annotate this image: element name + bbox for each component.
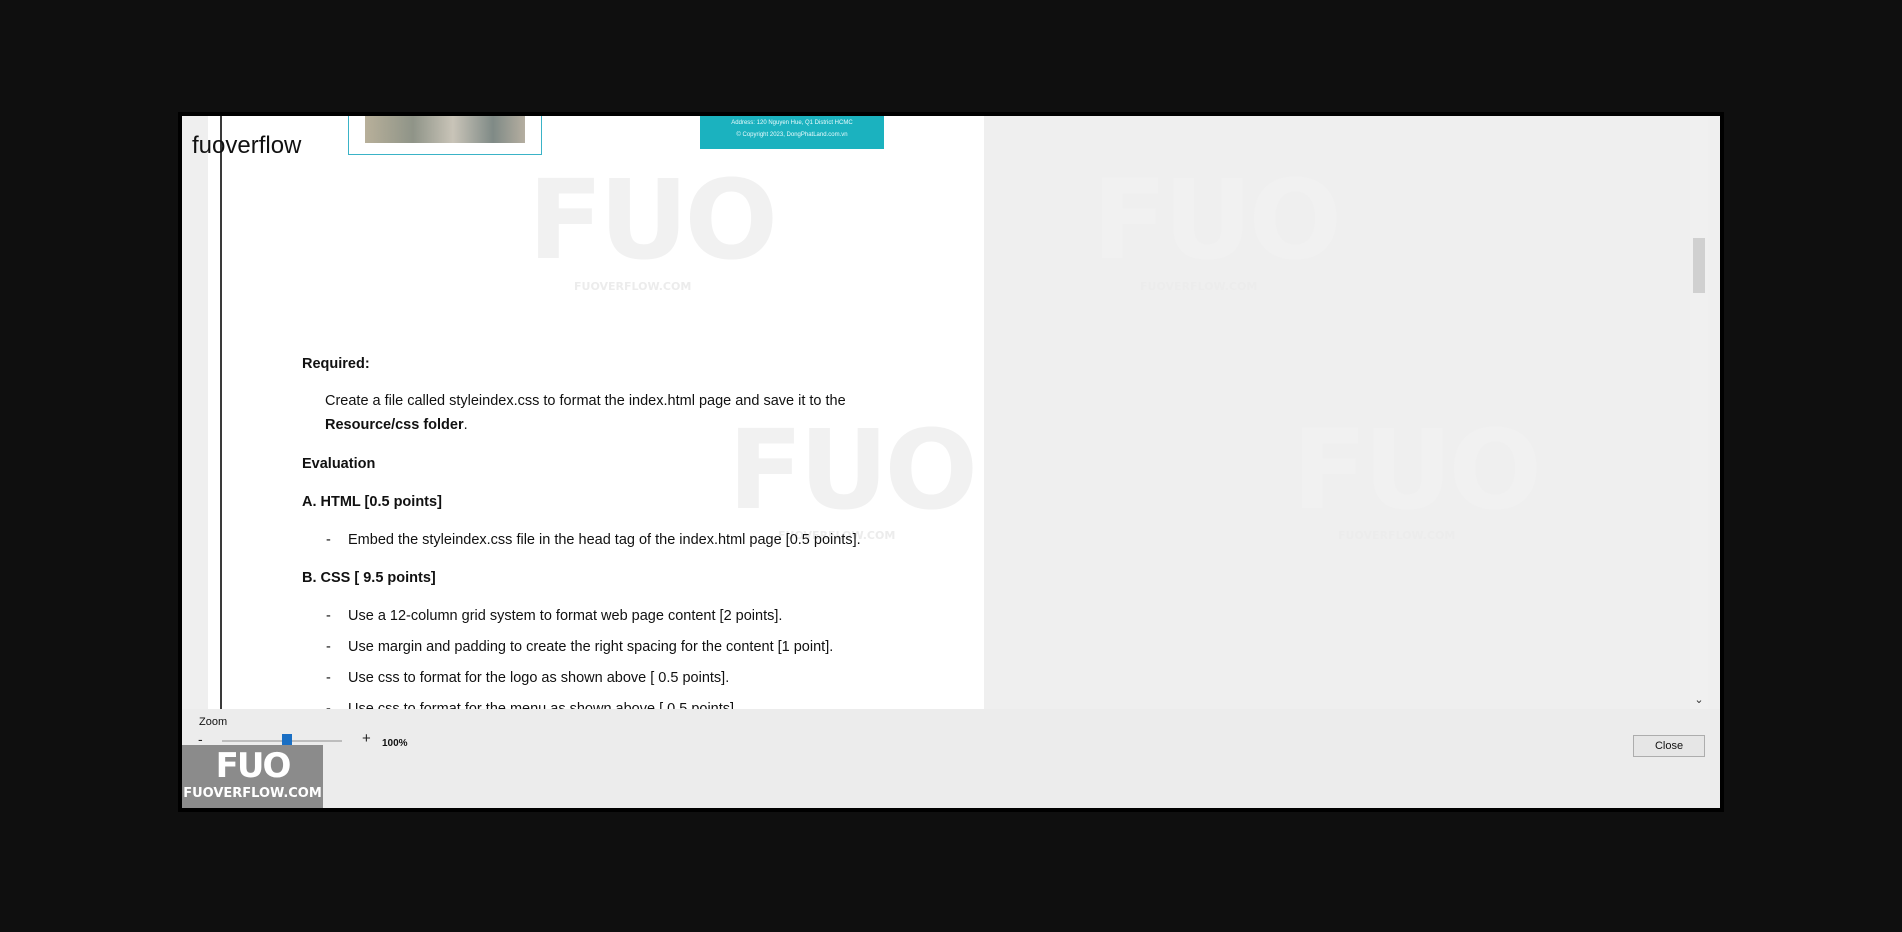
css-item: Use margin and padding to create the rig… — [348, 639, 834, 655]
watermark: FUO — [1092, 156, 1342, 284]
zoom-label: Zoom — [199, 716, 228, 728]
watermark-text: FUOVERFLOW.COM — [574, 280, 692, 293]
css-heading: B. CSS [ 9.5 points] — [302, 570, 436, 586]
preview-footer-copyright: © Copyright 2023, DongPhatLand.com.vn — [736, 132, 848, 138]
chevron-down-icon[interactable]: ⌄ — [1693, 693, 1705, 707]
watermark-text: FUOVERFLOW.COM — [1338, 529, 1456, 542]
css-item: Use a 12-column grid system to format we… — [348, 608, 783, 624]
brand-label: fuoverflow — [192, 132, 302, 159]
document-area: FUO FUOVERFLOW.COM FUO FUOVERFLOW.COM Ad… — [182, 116, 1720, 709]
logo-mark: FUO — [215, 746, 292, 786]
document-viewer-window: FUO FUOVERFLOW.COM FUO FUOVERFLOW.COM Ad… — [182, 116, 1720, 808]
required-text-line2: Resource/css folder. — [325, 417, 468, 433]
html-heading: A. HTML [0.5 points] — [302, 494, 442, 510]
building-photo — [365, 116, 525, 143]
logo-text: FUOVERFLOW.COM — [183, 786, 322, 801]
html-item: Embed the styleindex.css file in the hea… — [348, 532, 861, 548]
zoom-in-button[interactable]: + — [362, 730, 371, 747]
bullet-dash: - — [326, 670, 331, 686]
page-margin-line — [220, 116, 222, 709]
scrollbar-thumb[interactable] — [1693, 238, 1705, 293]
watermark: FUO — [728, 406, 978, 534]
zoom-value: 100% — [382, 738, 408, 749]
watermark: FUO — [1292, 406, 1542, 534]
required-heading: Required: — [302, 356, 370, 372]
preview-footer-address: Address: 120 Nguyen Hue, Q1 District HCM… — [731, 120, 853, 126]
bullet-dash: - — [326, 701, 331, 709]
bullet-dash: - — [326, 608, 331, 624]
preview-footer: Address: 120 Nguyen Hue, Q1 District HCM… — [700, 116, 884, 149]
required-folder: Resource/css folder — [325, 417, 464, 433]
bullet-dash: - — [326, 639, 331, 655]
fuoverflow-logo: FUO FUOVERFLOW.COM — [182, 745, 323, 808]
zoom-toolbar: Zoom - + 100% Close — [182, 709, 1720, 808]
document-page: Address: 120 Nguyen Hue, Q1 District HCM… — [208, 116, 984, 709]
css-item: Use css to format for the logo as shown … — [348, 670, 730, 686]
css-item: Use css to format for the menu as shown … — [348, 701, 739, 709]
preview-image — [348, 116, 542, 155]
watermark: FUO — [528, 156, 778, 284]
required-text: Create a file called styleindex.css to f… — [325, 393, 846, 409]
bullet-dash: - — [326, 532, 331, 548]
evaluation-heading: Evaluation — [302, 456, 376, 472]
watermark-text: FUOVERFLOW.COM — [1140, 280, 1258, 293]
required-period: . — [463, 417, 468, 433]
close-button[interactable]: Close — [1633, 735, 1705, 757]
vertical-scrollbar[interactable]: ⌄ — [1690, 116, 1708, 709]
